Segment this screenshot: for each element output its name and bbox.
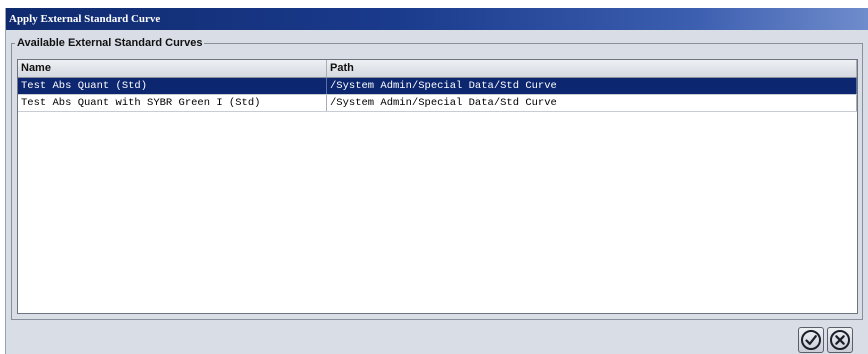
- table-row[interactable]: Test Abs Quant with SYBR Green I (Std) /…: [18, 95, 857, 112]
- row-name-cell: Test Abs Quant with SYBR Green I (Std): [18, 95, 327, 111]
- apply-external-standard-curve-dialog: Apply External Standard Curve Available …: [5, 8, 868, 354]
- dialog-title: Apply External Standard Curve: [6, 8, 868, 30]
- row-name-cell: Test Abs Quant (Std): [18, 78, 327, 94]
- standard-curves-list[interactable]: Name Path Test Abs Quant (Std) /System A…: [17, 59, 858, 314]
- check-circle-icon: [801, 330, 821, 350]
- row-path-cell: /System Admin/Special Data/Std Curve: [327, 78, 857, 94]
- cancel-button[interactable]: [827, 327, 853, 353]
- table-row[interactable]: Test Abs Quant (Std) /System Admin/Speci…: [18, 78, 857, 95]
- ok-button[interactable]: [798, 327, 824, 353]
- list-header: Name Path: [18, 60, 857, 78]
- column-header-path[interactable]: Path: [327, 60, 857, 77]
- x-circle-icon: [830, 330, 850, 350]
- row-path-cell: /System Admin/Special Data/Std Curve: [327, 95, 857, 111]
- column-header-name[interactable]: Name: [18, 60, 327, 77]
- groupbox-legend: Available External Standard Curves: [15, 37, 205, 50]
